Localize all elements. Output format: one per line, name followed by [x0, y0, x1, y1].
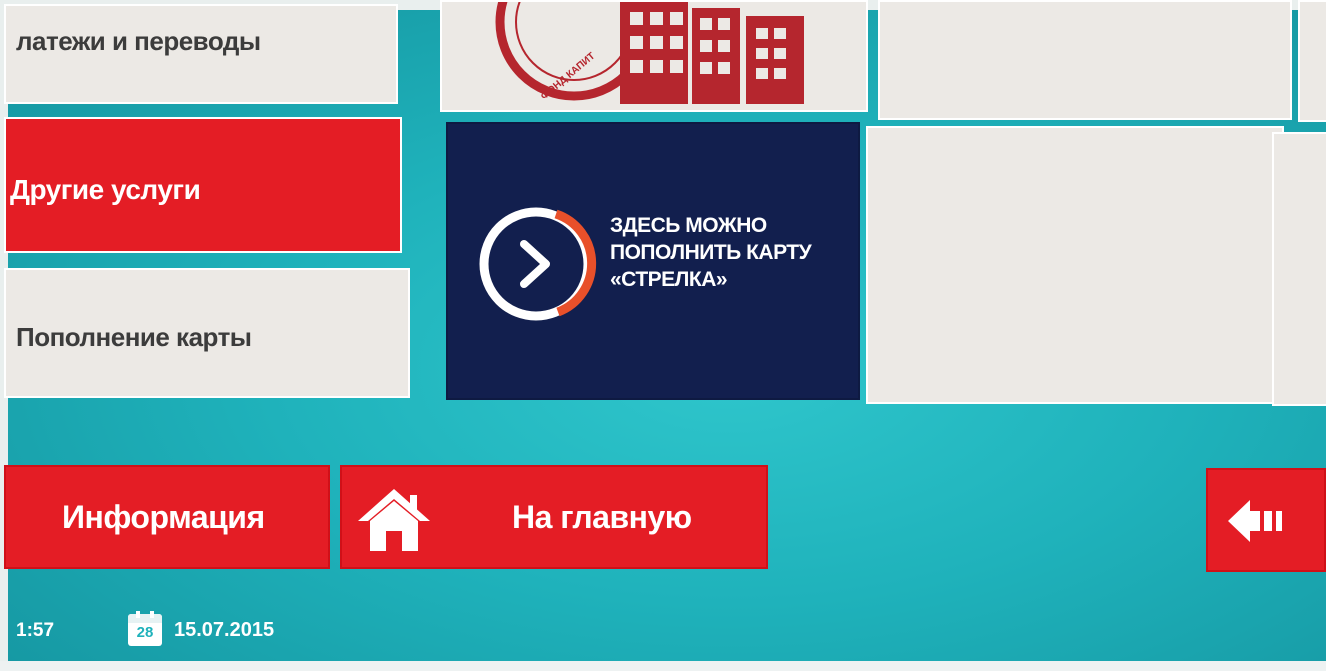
information-button[interactable]: Информация: [4, 465, 330, 569]
screen-bezel-bottom: [0, 661, 1326, 671]
service-tile-middle-edge[interactable]: [1272, 132, 1326, 406]
payments-transfers-tile[interactable]: латежи и переводы: [4, 4, 398, 104]
card-topup-label: Пополнение карты: [16, 322, 252, 352]
payments-transfers-label: латежи и переводы: [16, 26, 261, 56]
other-services-tile[interactable]: Другие услуги: [4, 117, 402, 253]
back-arrow-icon: [1228, 500, 1282, 542]
housing-fund-tile[interactable]: ФОНД КАПИТ: [440, 0, 868, 112]
information-label: Информация: [62, 499, 265, 535]
calendar-icon: 28: [128, 611, 162, 646]
card-topup-tile[interactable]: Пополнение карты: [4, 268, 410, 398]
promo-line-1: ЗДЕСЬ МОЖНО: [610, 214, 767, 237]
home-icon: [358, 489, 430, 551]
current-date: 15.07.2015: [174, 619, 275, 641]
calendar-day: 28: [136, 624, 154, 641]
strelka-topup-tile[interactable]: ЗДЕСЬ МОЖНО ПОПОЛНИТЬ КАРТУ «СТРЕЛКА»: [446, 122, 860, 400]
back-button[interactable]: [1206, 468, 1326, 572]
service-tile-top-edge[interactable]: [1298, 0, 1326, 122]
promo-line-2: ПОПОЛНИТЬ КАРТУ: [610, 241, 812, 264]
strelka-promo-text: ЗДЕСЬ МОЖНО ПОПОЛНИТЬ КАРТУ «СТРЕЛКА»: [610, 212, 812, 293]
clock-time: 1:57: [16, 620, 55, 641]
service-tile-middle-right[interactable]: [866, 126, 1284, 404]
home-label: На главную: [512, 499, 692, 535]
housing-fund-logo: ФОНД КАПИТ: [495, 2, 804, 104]
home-button[interactable]: На главную: [340, 465, 768, 569]
service-tile-top-right[interactable]: [878, 0, 1292, 120]
promo-line-3: «СТРЕЛКА»: [610, 268, 728, 291]
strelka-arrow-icon: [479, 207, 597, 321]
other-services-label: Другие услуги: [10, 174, 201, 205]
